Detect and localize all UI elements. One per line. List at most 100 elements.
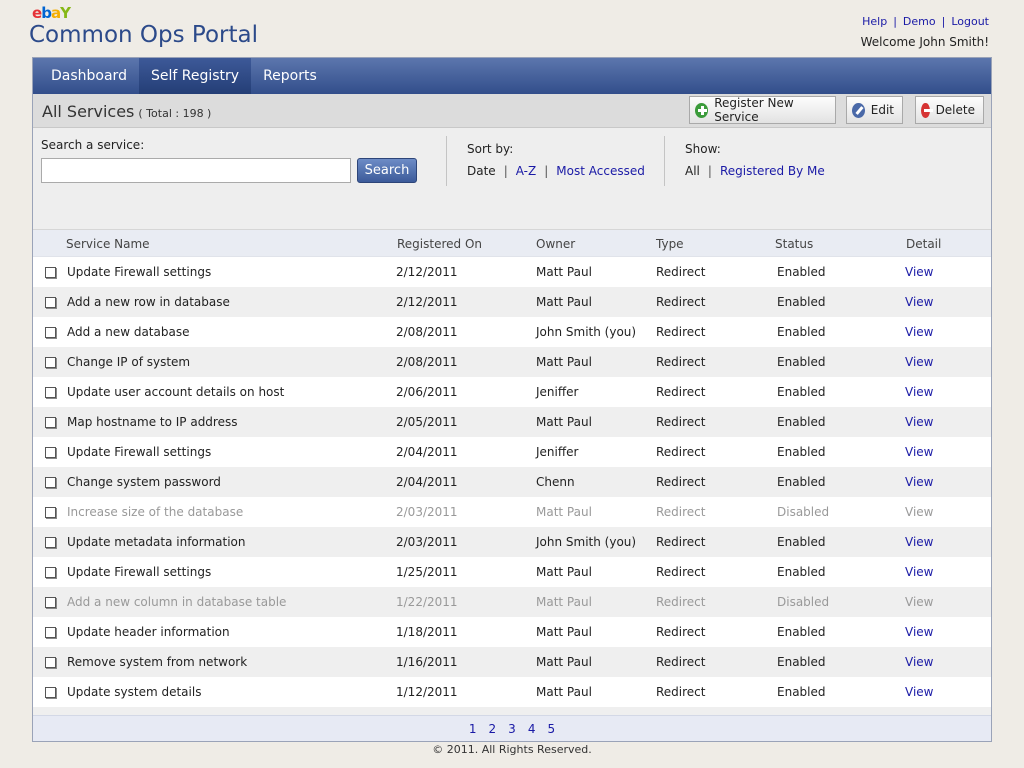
status-cell: Enabled — [777, 445, 826, 459]
service-name-cell: Change system password — [67, 475, 221, 489]
view-link[interactable]: View — [905, 445, 933, 459]
row-checkbox[interactable] — [45, 327, 56, 338]
view-link[interactable]: View — [905, 385, 933, 399]
pagination: 12345 — [33, 715, 991, 741]
edit-button[interactable]: Edit — [846, 96, 903, 124]
view-link[interactable]: View — [905, 685, 933, 699]
search-button[interactable]: Search — [357, 158, 417, 183]
page-link[interactable]: 3 — [508, 722, 516, 736]
owner-cell: Jeniffer — [536, 385, 579, 399]
service-name-cell: Change IP of system — [67, 355, 191, 369]
column-header-type[interactable]: Type — [656, 237, 684, 251]
page-link[interactable]: 5 — [547, 722, 555, 736]
table-row: Add a new column in database table 1/22/2… — [33, 587, 991, 617]
page-link[interactable]: 1 — [469, 722, 477, 736]
page-link[interactable]: 2 — [489, 722, 497, 736]
view-link[interactable]: View — [905, 595, 933, 609]
table-row: Update Firewall settings 2/04/2011 Jeniffe… — [33, 437, 991, 467]
show-registered-by-me[interactable]: Registered By Me — [720, 164, 825, 178]
owner-cell: John Smith (you) — [536, 325, 637, 339]
type-cell: Redirect — [656, 415, 706, 429]
demo-link[interactable]: Demo — [903, 15, 936, 28]
registered-on-cell: 1/16/2011 — [396, 655, 458, 669]
row-checkbox[interactable] — [45, 507, 56, 518]
logout-link[interactable]: Logout — [951, 15, 989, 28]
column-header-owner[interactable]: Owner — [536, 237, 575, 251]
delete-button[interactable]: Delete — [915, 96, 984, 124]
page-link[interactable]: 4 — [528, 722, 536, 736]
service-name-cell: Update Firewall settings — [67, 445, 212, 459]
owner-cell: Matt Paul — [536, 415, 592, 429]
view-link[interactable]: View — [905, 415, 933, 429]
owner-cell: Matt Paul — [536, 685, 592, 699]
row-checkbox[interactable] — [45, 627, 56, 638]
owner-cell: Matt Paul — [536, 565, 592, 579]
view-link[interactable]: View — [905, 325, 933, 339]
row-checkbox[interactable] — [45, 477, 56, 488]
view-link[interactable]: View — [905, 655, 933, 669]
status-cell: Enabled — [777, 385, 826, 399]
table-row: Increase size of the database 2/03/2011 Ma… — [33, 497, 991, 527]
nav-reports[interactable]: Reports — [251, 58, 329, 94]
sort-most-accessed[interactable]: Most Accessed — [556, 164, 645, 178]
view-link[interactable]: View — [905, 295, 933, 309]
row-checkbox[interactable] — [45, 387, 56, 398]
column-header-service-name[interactable]: Service Name — [66, 237, 150, 251]
owner-cell: Chenn — [536, 475, 575, 489]
service-name-cell: Map hostname to IP address — [67, 415, 238, 429]
nav-dashboard[interactable]: Dashboard — [39, 58, 139, 94]
status-cell: Enabled — [777, 415, 826, 429]
row-checkbox[interactable] — [45, 447, 56, 458]
separator: | — [893, 15, 897, 28]
view-link[interactable]: View — [905, 265, 933, 279]
top-links: Help | Demo | Logout — [862, 15, 989, 28]
row-checkbox[interactable] — [45, 597, 56, 608]
sort-a-z[interactable]: A-Z — [516, 164, 537, 178]
view-link[interactable]: View — [905, 475, 933, 489]
column-header-status[interactable]: Status — [775, 237, 813, 251]
row-checkbox[interactable] — [45, 267, 56, 278]
search-input[interactable] — [41, 158, 351, 183]
status-cell: Enabled — [777, 325, 826, 339]
page-title: All Services( Total : 198 ) — [42, 102, 211, 121]
owner-cell: John Smith (you) — [536, 535, 637, 549]
status-cell: Enabled — [777, 295, 826, 309]
plus-icon — [695, 102, 709, 118]
nav-self-registry[interactable]: Self Registry — [138, 58, 252, 94]
registered-on-cell: 1/25/2011 — [396, 565, 458, 579]
row-checkbox[interactable] — [45, 417, 56, 428]
separator: | — [941, 15, 946, 28]
row-checkbox[interactable] — [45, 657, 56, 668]
view-link[interactable]: View — [905, 355, 933, 369]
view-link[interactable]: View — [905, 535, 933, 549]
status-cell: Enabled — [777, 565, 826, 579]
table-row: Add a new row in database 2/12/2011 Matt P… — [33, 287, 991, 317]
page-title-text: All Services — [42, 102, 135, 121]
view-link[interactable]: View — [905, 625, 933, 639]
sort-date[interactable]: Date — [467, 164, 496, 178]
service-name-cell: Update system details — [67, 685, 202, 699]
row-checkbox[interactable] — [45, 537, 56, 548]
row-checkbox[interactable] — [45, 567, 56, 578]
app-title: Common Ops Portal — [29, 22, 258, 48]
row-checkbox[interactable] — [45, 357, 56, 368]
row-checkbox[interactable] — [45, 297, 56, 308]
show-label: Show: — [685, 142, 721, 156]
column-header-registered-on[interactable]: Registered On — [397, 237, 482, 251]
owner-cell: Matt Paul — [536, 655, 592, 669]
status-cell: Enabled — [777, 625, 826, 639]
view-link[interactable]: View — [905, 505, 933, 519]
table-row: Add a new database 2/08/2011 John Smith (y… — [33, 317, 991, 347]
register-new-service-button[interactable]: Register New Service — [689, 96, 836, 124]
separator: | — [707, 164, 712, 178]
show-all[interactable]: All — [685, 164, 700, 178]
row-checkbox[interactable] — [45, 687, 56, 698]
registered-on-cell: 2/06/2011 — [396, 385, 458, 399]
table-row: Change system password 2/04/2011 Chenn Redi… — [33, 467, 991, 497]
search-label: Search a service: — [41, 138, 145, 152]
view-link[interactable]: View — [905, 565, 933, 579]
divider — [446, 136, 447, 186]
service-name-cell: Update Firewall settings — [67, 565, 212, 579]
registered-on-cell: 1/12/2011 — [396, 685, 458, 699]
help-link[interactable]: Help — [862, 15, 887, 28]
